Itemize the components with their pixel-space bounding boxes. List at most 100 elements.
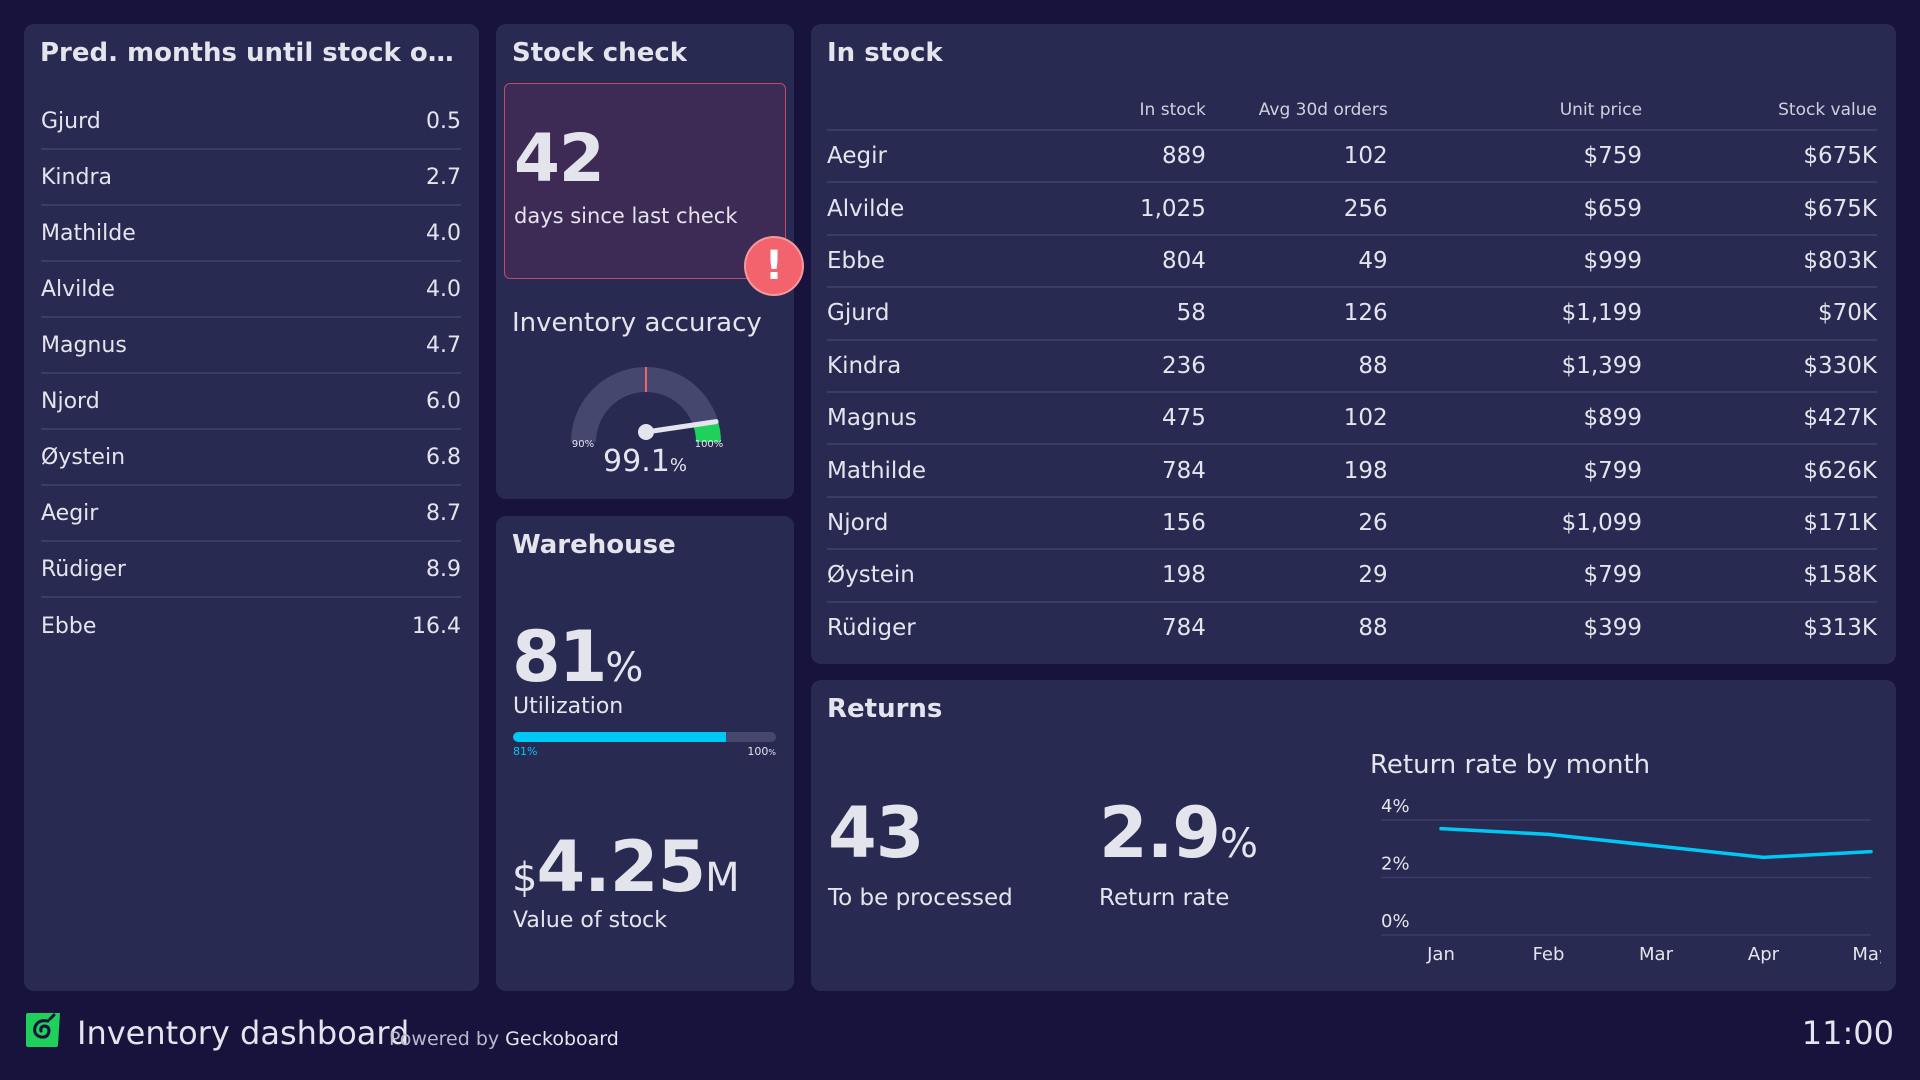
- product-name-cell: Kindra: [827, 339, 1044, 393]
- item-value: 16.4: [412, 613, 461, 639]
- x-tick-label: Jan: [1426, 944, 1455, 965]
- product-name-cell: Njord: [827, 496, 1044, 551]
- table-cell: $1,399: [1387, 339, 1643, 393]
- stock-check-title: Stock check: [512, 38, 688, 68]
- table-cell: 29: [1205, 549, 1388, 603]
- outage-panel-title: Pred. months until stock outag...: [40, 38, 465, 68]
- list-item: Njord 6.0: [41, 374, 461, 430]
- table-cell: 198: [1205, 444, 1388, 498]
- item-name: Alvilde: [41, 276, 115, 302]
- table-row: Rüdiger 784 88 $399 $313K: [827, 602, 1877, 654]
- utilization-value: 81%: [512, 616, 643, 698]
- stock-value-unit: M: [705, 855, 740, 901]
- table-cell: $675K: [1642, 130, 1877, 184]
- table-cell: 126: [1205, 287, 1388, 341]
- powered-by-brand[interactable]: Geckoboard: [505, 1028, 619, 1050]
- inventory-accuracy-title: Inventory accuracy: [512, 308, 762, 338]
- series-line: [1439, 826, 1873, 860]
- returns-title: Returns: [827, 694, 943, 724]
- column-header: In stock: [1043, 90, 1206, 131]
- outage-list: Gjurd 0.5 Kindra 2.7 Mathilde 4.0 Alvilde 4.0 Ma…: [41, 94, 461, 654]
- table-cell: 102: [1205, 130, 1388, 184]
- warehouse-title: Warehouse: [512, 530, 676, 560]
- item-value: 8.9: [426, 556, 461, 582]
- table-cell: $330K: [1642, 339, 1877, 393]
- list-item: Kindra 2.7: [41, 150, 461, 206]
- table-header-row: In stock Avg 30d orders Unit price Stock va…: [827, 90, 1877, 131]
- table-cell: $999: [1387, 234, 1643, 289]
- product-name-cell: Rüdiger: [827, 615, 916, 642]
- column-header: Stock value: [1642, 90, 1877, 131]
- table-cell: 236: [1043, 339, 1206, 393]
- table-cell: $759: [1387, 130, 1643, 184]
- column-header: Unit price: [1387, 90, 1643, 131]
- product-name-cell: Aegir: [827, 130, 1044, 184]
- table-row: Ebbe 804 49 $999 $803K: [827, 234, 1877, 289]
- return-rate-chart-title: Return rate by month: [1370, 750, 1651, 780]
- table-cell: $659: [1387, 182, 1643, 236]
- utilization-number: 81: [512, 616, 607, 698]
- powered-by-prefix: Powered by: [389, 1028, 500, 1050]
- table-row: Magnus 475 102 $899 $427K: [827, 391, 1877, 446]
- item-value: 4.7: [426, 332, 461, 358]
- table-row: Kindra 236 88 $1,399 $330K: [827, 339, 1877, 393]
- table-cell: 58: [1043, 287, 1206, 341]
- product-name-cell: Magnus: [827, 391, 1044, 446]
- in-stock-table: In stock Avg 30d orders Unit price Stock va…: [827, 90, 1877, 654]
- returns-to-process-label: To be processed: [828, 885, 1013, 911]
- list-item: Aegir 8.7: [41, 486, 461, 542]
- powered-by: Powered by Geckoboard: [389, 1028, 619, 1050]
- exclamation-icon: !: [744, 236, 804, 296]
- geckoboard-logo-icon: [26, 1013, 60, 1047]
- utilization-progress-bar: [513, 732, 776, 742]
- dashboard-title: Inventory dashboard: [77, 1014, 410, 1052]
- table-row: Øystein 198 29 $799 $158K: [827, 549, 1877, 603]
- return-rate-label: Return rate: [1099, 885, 1230, 911]
- return-rate-value: 2.9%: [1099, 792, 1258, 874]
- list-item: Rüdiger 8.9: [41, 542, 461, 598]
- item-name: Ebbe: [41, 613, 97, 639]
- in-stock-title: In stock: [827, 38, 943, 68]
- table-cell: 256: [1205, 182, 1388, 236]
- item-value: 6.8: [426, 444, 461, 470]
- table-row: Alvilde 1,025 256 $659 $675K: [827, 182, 1877, 236]
- table-cell: 88: [1205, 339, 1388, 393]
- days-since-check-value: 42: [514, 120, 605, 197]
- x-tick-label: Feb: [1533, 944, 1565, 965]
- product-name-cell: Øystein: [827, 549, 1044, 603]
- stock-value-number: 4.25: [536, 826, 706, 908]
- table-cell: $1,199: [1387, 287, 1643, 341]
- y-tick-label: 4%: [1381, 796, 1410, 817]
- table-cell: $626K: [1642, 444, 1877, 498]
- item-value: 0.5: [426, 108, 461, 134]
- item-name: Aegir: [41, 500, 99, 526]
- table-cell: 26: [1205, 496, 1388, 551]
- stock-value: $4.25M: [512, 826, 740, 908]
- x-tick-label: Mar: [1639, 944, 1674, 965]
- product-name-cell: Ebbe: [827, 234, 1044, 289]
- x-tick-label: May: [1852, 944, 1881, 965]
- table-cell: $799: [1387, 444, 1643, 498]
- return-rate-unit: %: [1220, 821, 1258, 867]
- table-row: Gjurd 58 126 $1,199 $70K: [827, 287, 1877, 341]
- table-cell: 475: [1043, 391, 1206, 446]
- days-since-check-label: days since last check: [514, 204, 738, 228]
- in-stock-panel: In stock In stock Avg 30d orders Unit pric…: [811, 24, 1896, 664]
- item-name: Njord: [41, 388, 100, 414]
- progress-max-unit: %: [768, 748, 776, 757]
- list-item: Gjurd 0.5: [41, 94, 461, 150]
- item-value: 4.0: [426, 220, 461, 246]
- table-cell: 1,025: [1043, 182, 1206, 236]
- stock-value-label: Value of stock: [513, 908, 667, 933]
- returns-panel: Returns 43 To be processed 2.9% Return r…: [811, 680, 1896, 991]
- item-name: Mathilde: [41, 220, 136, 246]
- accuracy-unit: %: [669, 455, 687, 476]
- table-cell: $171K: [1642, 496, 1877, 551]
- list-item: Øystein 6.8: [41, 430, 461, 486]
- item-value: 2.7: [426, 164, 461, 190]
- table-cell: $675K: [1642, 182, 1877, 236]
- table-row: Aegir 889 102 $759 $675K: [827, 130, 1877, 184]
- item-name: Rüdiger: [41, 556, 126, 582]
- column-header: Avg 30d orders: [1205, 90, 1388, 131]
- table-cell: $399: [1583, 615, 1643, 642]
